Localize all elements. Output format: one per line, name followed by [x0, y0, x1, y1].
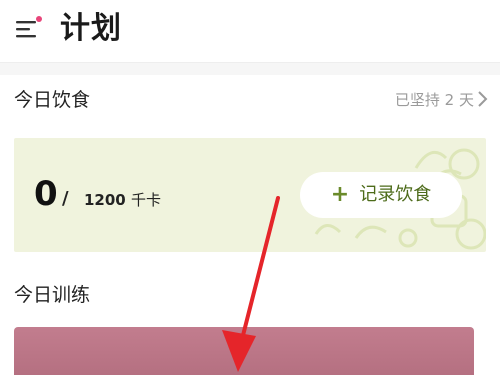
calories-unit: 千卡: [131, 191, 162, 209]
page-title: 计划: [60, 11, 122, 46]
diet-section-title: 今日饮食: [14, 89, 91, 111]
plus-icon: +: [330, 182, 350, 207]
streak-link[interactable]: 已坚持 2 天: [395, 89, 474, 111]
chevron-right-icon[interactable]: [476, 88, 490, 110]
top-bar: 计划: [0, 0, 500, 63]
notification-dot: [36, 16, 42, 22]
menu-icon: [16, 21, 36, 38]
training-card[interactable]: [14, 327, 474, 375]
calories-goal: 1200: [84, 191, 126, 209]
section-divider: [0, 63, 500, 75]
calories-separator: /: [62, 188, 69, 209]
diet-card[interactable]: 0 / 1200 千卡 + 记录饮食: [14, 138, 486, 252]
record-diet-label: 记录饮食: [359, 184, 432, 205]
record-diet-button[interactable]: + 记录饮食: [300, 172, 462, 218]
calories-consumed: 0: [34, 174, 58, 214]
training-section-title: 今日训练: [14, 284, 91, 306]
menu-button[interactable]: [14, 16, 44, 44]
